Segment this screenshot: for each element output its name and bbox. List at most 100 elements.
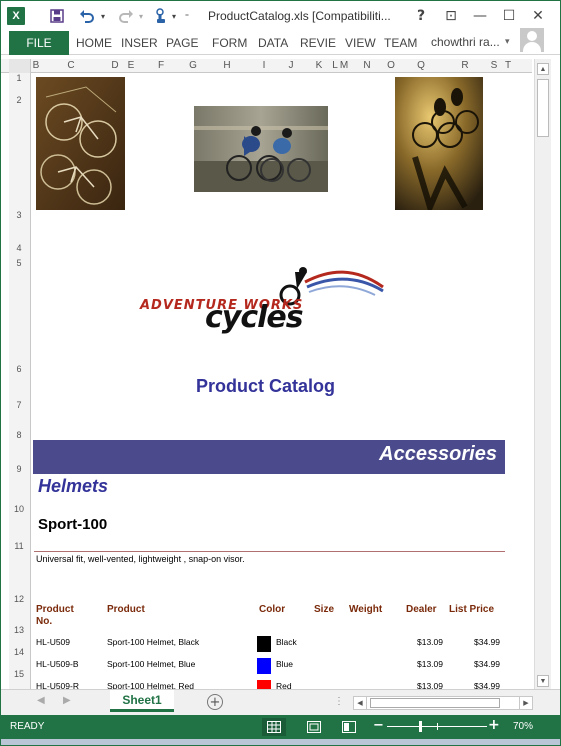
table-cell-dealer: $13.09	[417, 637, 443, 647]
excel-window: X ▾ ▾ ▾ ⁼ ProductCatalog.xls [Compatibil…	[0, 0, 561, 746]
column-s[interactable]: S	[489, 60, 499, 71]
scroll-left-icon[interactable]: ◀	[354, 697, 367, 709]
save-icon[interactable]	[47, 6, 67, 26]
ribbon-tabs: FILE HOME INSER PAGE FORM DATA REVIE VIE…	[1, 31, 560, 55]
maximize-button[interactable]: ☐	[496, 5, 522, 27]
zoom-out-button[interactable]: −	[373, 718, 384, 733]
tab-home[interactable]: HOME	[76, 36, 112, 50]
row-15[interactable]: 15	[9, 669, 29, 679]
sheet-tab-sheet1[interactable]: Sheet1	[110, 690, 174, 712]
row-5[interactable]: 5	[9, 258, 29, 268]
normal-view-icon[interactable]	[262, 718, 286, 736]
tab-data[interactable]: DATA	[258, 36, 288, 50]
prev-sheet-icon[interactable]: ◀	[37, 695, 45, 706]
title-bar: X ▾ ▾ ▾ ⁼ ProductCatalog.xls [Compatibil…	[1, 1, 560, 31]
excel-logo-icon: X	[7, 7, 25, 25]
status-ready: READY	[10, 721, 45, 732]
tab-splitter-icon[interactable]: ⋮	[334, 696, 344, 707]
row-4[interactable]: 4	[9, 243, 29, 253]
row-9[interactable]: 9	[9, 464, 29, 474]
horizontal-scrollbar[interactable]: ◀ ▶	[353, 696, 533, 710]
tab-review[interactable]: REVIE	[300, 36, 336, 50]
column-i[interactable]: I	[259, 60, 269, 71]
undo-dropdown-icon[interactable]: ▾	[98, 6, 108, 26]
minimize-button[interactable]: —	[467, 5, 493, 27]
select-all-corner[interactable]	[9, 59, 31, 73]
tab-file[interactable]: FILE	[9, 31, 69, 55]
status-bar: READY − + 70%	[1, 715, 560, 739]
column-e[interactable]: E	[125, 60, 137, 71]
user-avatar[interactable]	[520, 28, 544, 52]
row-1[interactable]: 1	[9, 73, 29, 83]
tab-page-layout[interactable]: PAGE	[166, 36, 198, 50]
zoom-slider-thumb[interactable]	[419, 721, 422, 732]
row-10[interactable]: 10	[9, 504, 29, 514]
vertical-scrollbar[interactable]: ▲ ▼	[534, 59, 551, 689]
row-6[interactable]: 6	[9, 364, 29, 374]
column-g[interactable]: G	[185, 60, 201, 71]
header-list-price: List Price	[449, 604, 495, 615]
column-n[interactable]: N	[359, 60, 375, 71]
help-button[interactable]: ?	[408, 5, 434, 27]
column-j[interactable]: J	[285, 60, 297, 71]
column-r[interactable]: R	[457, 60, 473, 71]
subcategory-title: Helmets	[38, 476, 109, 496]
row-8[interactable]: 8	[9, 430, 29, 440]
row-3[interactable]: 3	[9, 210, 29, 220]
touch-mode-icon[interactable]	[151, 6, 171, 26]
worksheet-grid[interactable]: ADVENTURE WORKS cycles Product Catalog A…	[32, 74, 532, 689]
column-m[interactable]: M	[339, 60, 349, 71]
table-cell-product-no: HL-U509	[36, 637, 71, 647]
tab-insert[interactable]: INSER	[121, 36, 158, 50]
tab-view[interactable]: VIEW	[345, 36, 376, 50]
ribbon-display-options-button[interactable]: ⊡	[438, 5, 464, 27]
redo-icon[interactable]	[116, 6, 136, 26]
tab-team[interactable]: TEAM	[384, 36, 417, 50]
table-cell-color: Red	[276, 681, 292, 689]
column-d[interactable]: D	[109, 60, 121, 71]
table-cell-product-no: HL-U509-R	[36, 681, 79, 689]
user-name[interactable]: chowthri ra...	[431, 35, 500, 49]
scroll-right-icon[interactable]: ▶	[519, 697, 532, 709]
table-cell-color: Black	[276, 637, 297, 647]
zoom-level[interactable]: 70%	[513, 721, 533, 732]
row-14[interactable]: 14	[9, 647, 29, 657]
page-layout-view-icon[interactable]	[302, 718, 326, 736]
table-cell-product: Sport-100 Helmet, Blue	[107, 659, 196, 669]
divider-line	[34, 551, 505, 552]
horizontal-scroll-thumb[interactable]	[370, 698, 500, 708]
scroll-up-icon[interactable]: ▲	[537, 63, 549, 75]
next-sheet-icon[interactable]: ▶	[63, 695, 71, 706]
column-t[interactable]: T	[503, 60, 513, 71]
tab-formulas[interactable]: FORM	[212, 36, 247, 50]
redo-dropdown-icon[interactable]: ▾	[136, 6, 146, 26]
row-2[interactable]: 2	[9, 95, 29, 105]
sheet-tab-bar: ◀ ▶ Sheet1 + ⋮ ◀ ▶	[1, 689, 560, 715]
row-13[interactable]: 13	[9, 625, 29, 635]
touch-dropdown-icon[interactable]: ▾	[169, 6, 179, 26]
row-12[interactable]: 12	[9, 594, 29, 604]
header-product: Product	[107, 604, 145, 615]
column-l[interactable]: L	[331, 60, 339, 71]
column-h[interactable]: H	[217, 60, 237, 71]
column-f[interactable]: F	[153, 60, 169, 71]
row-11[interactable]: 11	[9, 541, 29, 551]
row-header: 1 2 3 4 5 6 7 8 9 10 11 12 13 14 15 16	[9, 73, 31, 689]
zoom-in-button[interactable]: +	[488, 717, 500, 733]
add-sheet-icon[interactable]: +	[207, 694, 223, 710]
close-button[interactable]: ✕	[525, 5, 551, 27]
column-o[interactable]: O	[387, 60, 395, 71]
table-cell-product: Sport-100 Helmet, Black	[107, 637, 200, 647]
column-q[interactable]: Q	[413, 60, 429, 71]
scroll-down-icon[interactable]: ▼	[537, 675, 549, 687]
column-k[interactable]: K	[313, 60, 325, 71]
page-break-view-icon[interactable]	[337, 718, 361, 736]
user-dropdown-icon[interactable]: ▾	[505, 36, 510, 47]
column-b[interactable]: B	[31, 60, 41, 71]
category-band: Accessories	[33, 440, 505, 474]
vertical-scroll-thumb[interactable]	[537, 79, 549, 137]
row-7[interactable]: 7	[9, 400, 29, 410]
undo-icon[interactable]	[77, 6, 97, 26]
column-c[interactable]: C	[61, 60, 81, 71]
customize-qat-icon[interactable]: ⁼	[182, 6, 192, 26]
